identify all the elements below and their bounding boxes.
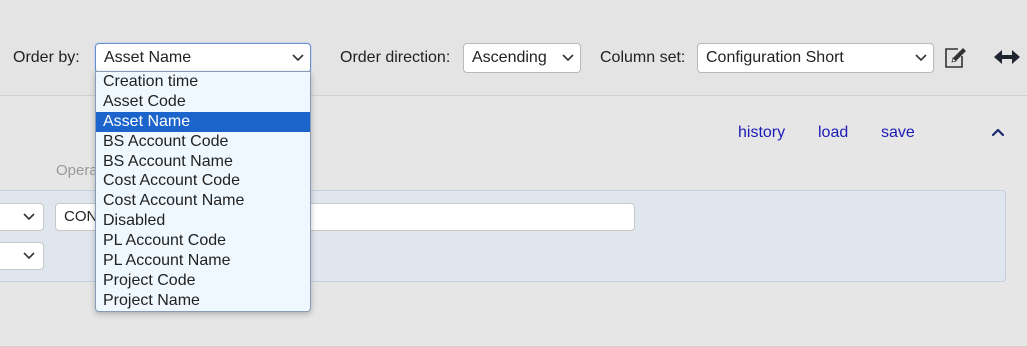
history-link[interactable]: history	[738, 123, 785, 143]
order-by-dropdown-list[interactable]: Creation time Asset Code Asset Name BS A…	[95, 71, 311, 312]
dropdown-option[interactable]: Disabled	[96, 211, 310, 231]
dropdown-option[interactable]: Asset Code	[96, 92, 310, 112]
pencil-edit-icon[interactable]	[942, 45, 968, 71]
dropdown-option[interactable]: BS Account Name	[96, 152, 310, 172]
dropdown-option[interactable]: Cost Account Code	[96, 171, 310, 191]
load-link[interactable]: load	[818, 123, 848, 143]
chevron-down-icon	[562, 54, 574, 62]
dropdown-option[interactable]: PL Account Name	[96, 251, 310, 271]
horizontal-arrows-icon[interactable]	[992, 47, 1022, 67]
second-operator-select[interactable]	[0, 242, 44, 270]
dropdown-option[interactable]: Project Name	[96, 291, 310, 311]
dropdown-option[interactable]: Project Code	[96, 271, 310, 291]
column-set-label: Column set:	[600, 49, 686, 66]
chevron-up-icon[interactable]	[990, 124, 1006, 140]
dropdown-option[interactable]: Creation time	[96, 72, 310, 92]
column-set-value: Configuration Short	[706, 49, 844, 66]
column-set-select[interactable]: Configuration Short	[697, 43, 934, 73]
order-by-label: Order by:	[13, 49, 80, 66]
dropdown-option[interactable]: BS Account Code	[96, 132, 310, 152]
save-link[interactable]: save	[881, 123, 915, 143]
order-by-value: Asset Name	[104, 49, 192, 66]
order-direction-value: Ascending	[472, 49, 547, 66]
operator-select[interactable]	[0, 203, 44, 231]
order-direction-label: Order direction:	[340, 49, 451, 66]
order-by-select[interactable]: Asset Name	[95, 43, 311, 73]
dropdown-option[interactable]: Cost Account Name	[96, 191, 310, 211]
dropdown-option[interactable]: PL Account Code	[96, 231, 310, 251]
chevron-down-icon	[292, 54, 304, 62]
operator-label: Operator	[56, 162, 96, 179]
dropdown-option-selected[interactable]: Asset Name	[96, 111, 310, 132]
order-direction-select[interactable]: Ascending	[463, 43, 581, 73]
chevron-down-icon	[915, 54, 927, 62]
